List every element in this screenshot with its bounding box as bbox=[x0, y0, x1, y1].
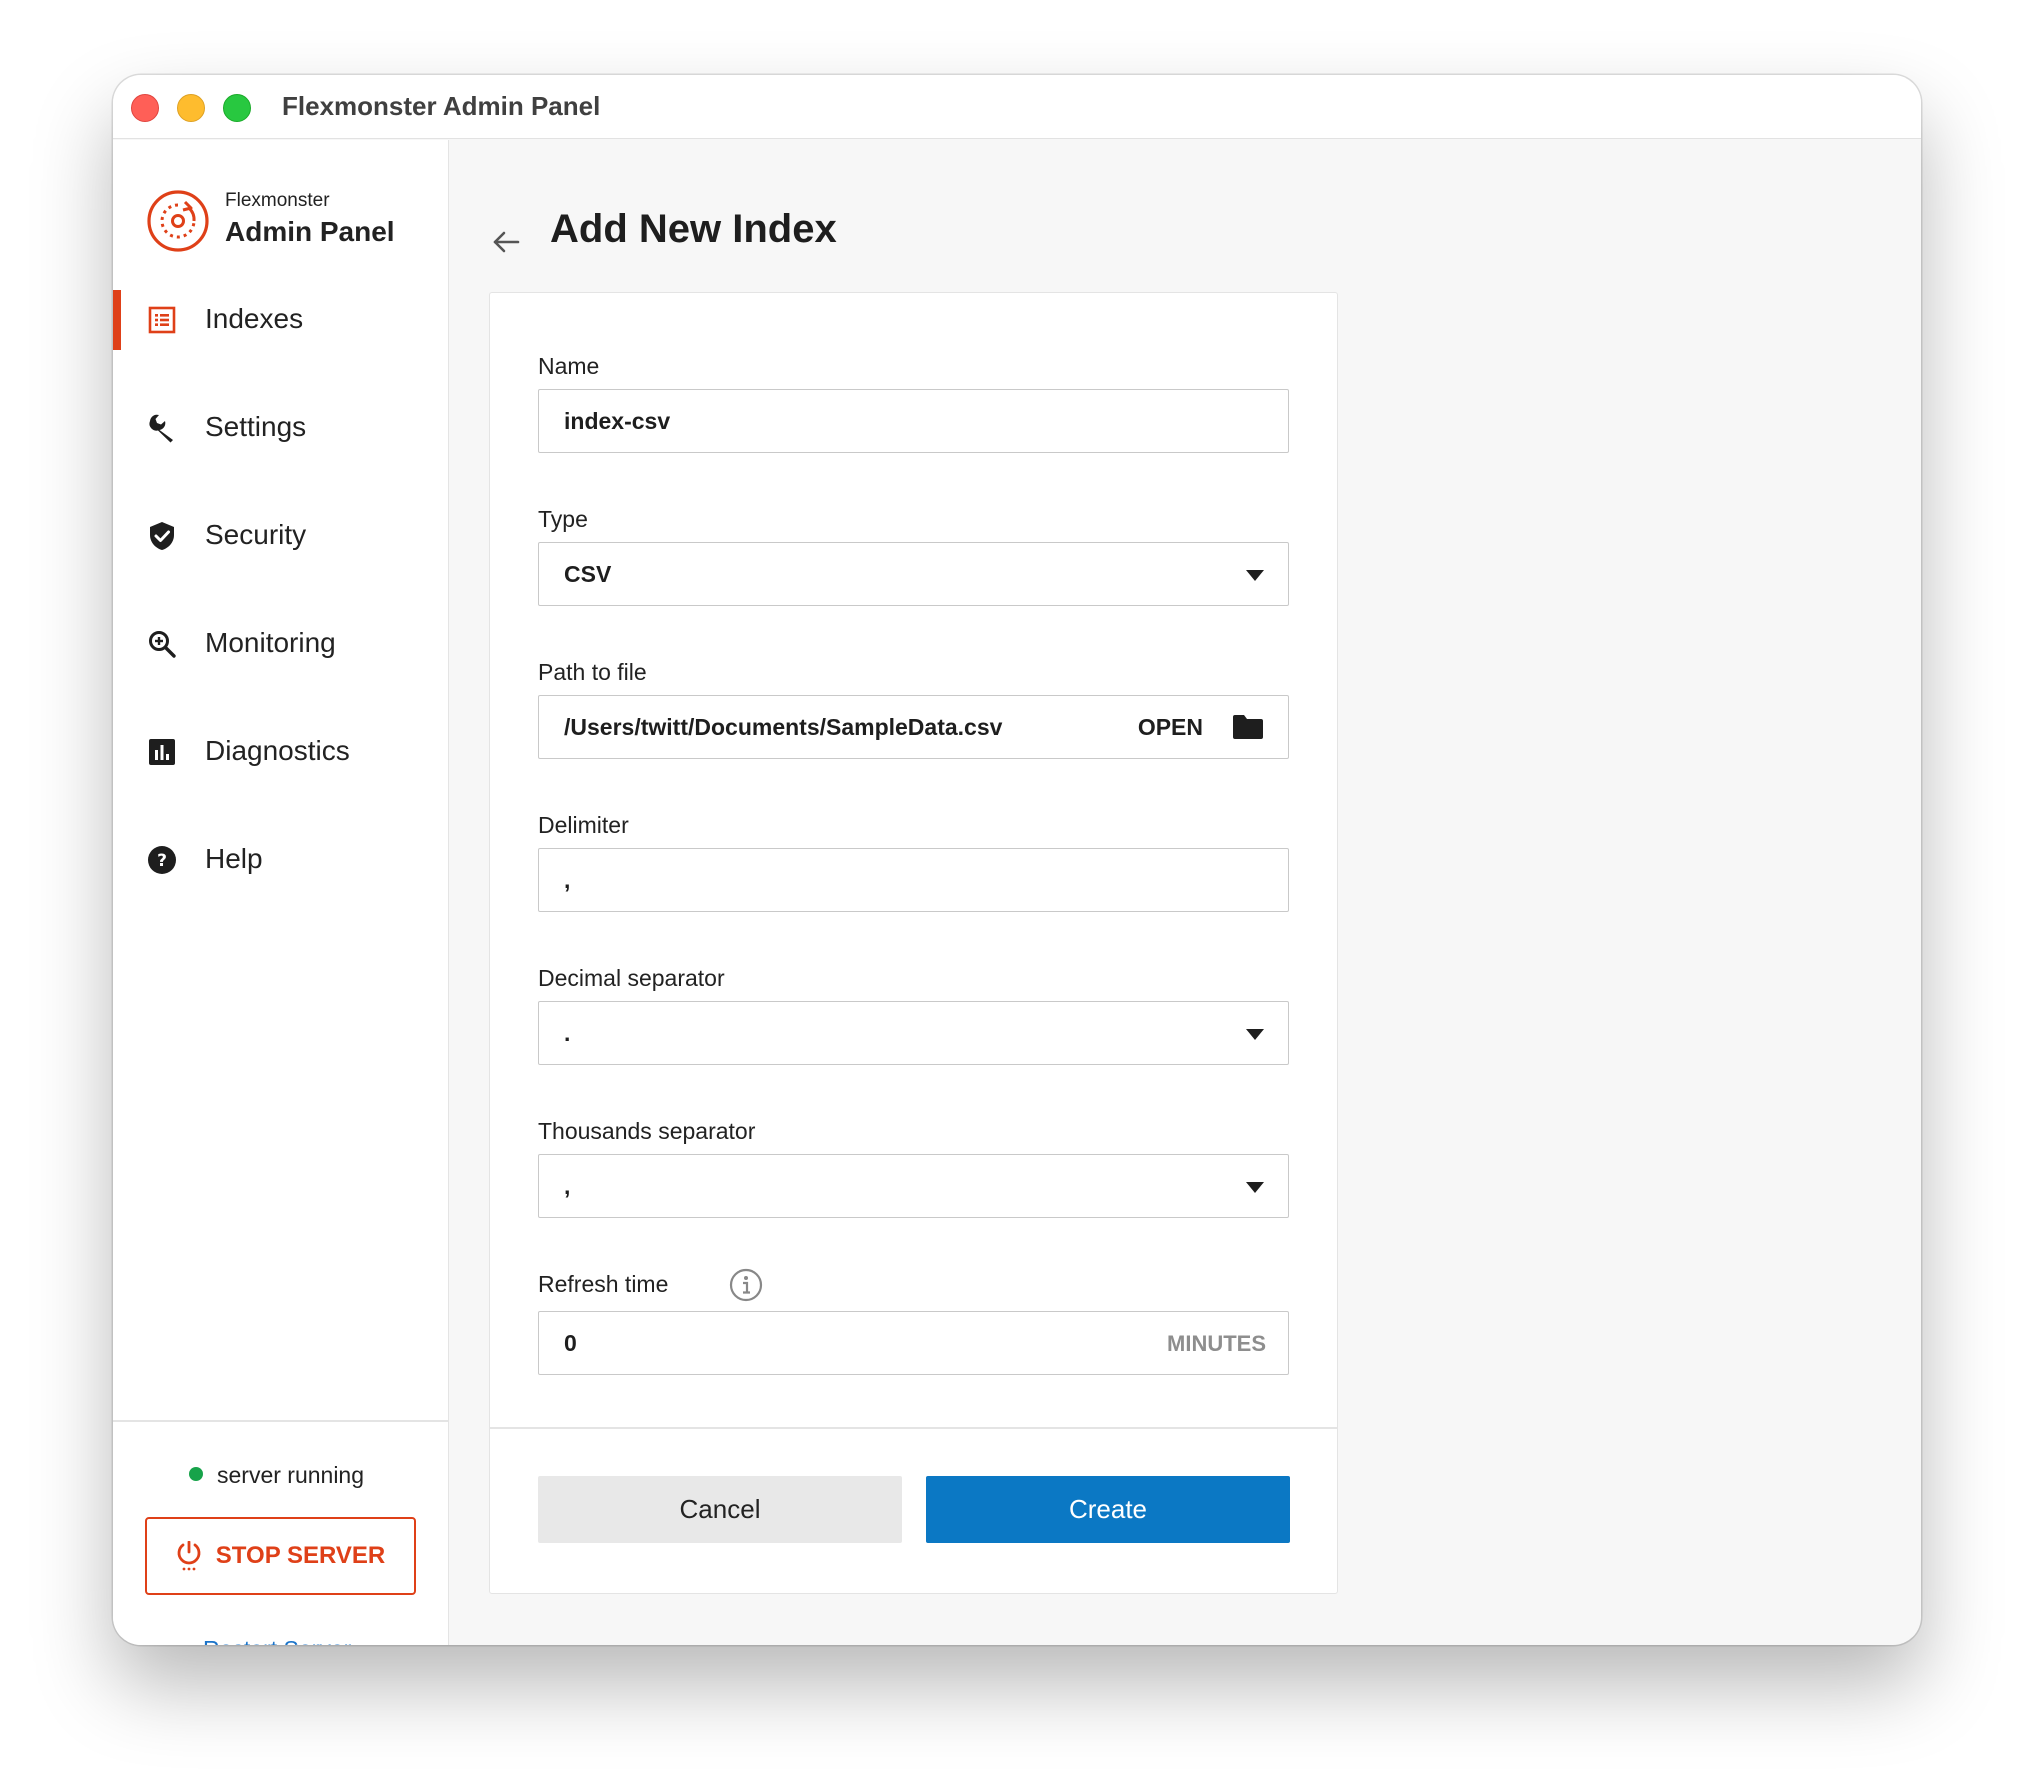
refresh-time-value: 0 bbox=[564, 1330, 577, 1356]
server-status: server running bbox=[189, 1462, 364, 1489]
name-input[interactable]: index-csv bbox=[538, 389, 1289, 453]
delimiter-value: , bbox=[564, 867, 571, 893]
minimize-window-button[interactable] bbox=[177, 94, 205, 122]
restart-server-link[interactable]: Restart Server bbox=[203, 1636, 351, 1645]
refresh-time-text: Refresh time bbox=[538, 1271, 669, 1297]
help-icon: ? bbox=[148, 846, 176, 874]
type-label: Type bbox=[538, 506, 588, 532]
sidebar-item-help[interactable]: ? Help bbox=[113, 830, 449, 890]
sidebar-item-label: Diagnostics bbox=[205, 735, 350, 766]
create-button[interactable]: Create bbox=[926, 1476, 1290, 1543]
svg-text:?: ? bbox=[157, 851, 167, 871]
info-icon[interactable] bbox=[729, 1268, 763, 1302]
name-label: Name bbox=[538, 353, 600, 379]
path-label: Path to file bbox=[538, 659, 647, 685]
title-bar: Flexmonster Admin Panel bbox=[113, 75, 1921, 139]
delimiter-input[interactable]: , bbox=[538, 848, 1289, 912]
power-icon bbox=[177, 1541, 201, 1571]
decimal-separator-label: Decimal separator bbox=[538, 965, 725, 991]
sidebar-item-monitoring[interactable]: Monitoring bbox=[113, 614, 449, 674]
close-window-button[interactable] bbox=[131, 94, 159, 122]
sidebar-item-diagnostics[interactable]: Diagnostics bbox=[113, 722, 449, 782]
stop-server-button[interactable]: STOP SERVER bbox=[145, 1517, 416, 1595]
shield-icon bbox=[150, 522, 174, 550]
bar-chart-icon bbox=[149, 739, 175, 765]
window-title: Flexmonster Admin Panel bbox=[282, 91, 601, 121]
active-indicator bbox=[113, 290, 121, 350]
delimiter-label: Delimiter bbox=[538, 812, 629, 838]
status-dot-icon bbox=[189, 1467, 203, 1481]
list-icon bbox=[148, 306, 176, 334]
chevron-down-icon bbox=[1246, 1029, 1264, 1040]
thousands-separator-value: , bbox=[564, 1173, 571, 1199]
flexmonster-logo-icon bbox=[147, 190, 209, 252]
sidebar-item-security[interactable]: Security bbox=[113, 506, 449, 566]
refresh-time-input[interactable]: 0 MINUTES bbox=[538, 1311, 1289, 1375]
chevron-down-icon bbox=[1246, 570, 1264, 581]
type-select[interactable]: CSV bbox=[538, 542, 1289, 606]
sidebar-item-label: Settings bbox=[205, 411, 307, 442]
folder-icon[interactable] bbox=[1232, 714, 1264, 740]
stop-server-label: STOP SERVER bbox=[215, 1542, 386, 1569]
sidebar-item-settings[interactable]: Settings bbox=[113, 398, 449, 458]
sidebar-item-label: Help bbox=[205, 843, 263, 874]
decimal-separator-select[interactable]: . bbox=[538, 1001, 1289, 1065]
refresh-time-unit: MINUTES bbox=[1167, 1331, 1266, 1356]
sidebar: Flexmonster Admin Panel Indexes Settings bbox=[113, 140, 449, 1645]
app-window: Flexmonster Admin Panel Flexmonster Admi… bbox=[113, 75, 1921, 1645]
back-arrow-icon[interactable] bbox=[490, 226, 522, 258]
type-value: CSV bbox=[564, 561, 612, 587]
refresh-time-label: Refresh time bbox=[538, 1268, 763, 1302]
path-value: /Users/twitt/Documents/SampleData.csv bbox=[564, 714, 1003, 740]
cancel-button[interactable]: Cancel bbox=[538, 1476, 902, 1543]
thousands-separator-label: Thousands separator bbox=[538, 1118, 756, 1144]
sidebar-item-indexes[interactable]: Indexes bbox=[113, 290, 449, 350]
brand-name: Flexmonster bbox=[225, 190, 330, 211]
open-file-button[interactable]: OPEN bbox=[1138, 714, 1203, 741]
page-title: Add New Index bbox=[550, 207, 837, 251]
brand-product: Admin Panel bbox=[225, 216, 395, 247]
zoom-icon bbox=[149, 631, 176, 658]
chevron-down-icon bbox=[1246, 1182, 1264, 1193]
sidebar-item-label: Security bbox=[205, 519, 307, 550]
add-index-form: Name index-csv Type CSV Path to file /Us… bbox=[489, 292, 1338, 1594]
maximize-window-button[interactable] bbox=[223, 94, 251, 122]
sidebar-item-label: Monitoring bbox=[205, 627, 336, 658]
path-input[interactable]: /Users/twitt/Documents/SampleData.csv OP… bbox=[538, 695, 1289, 759]
decimal-separator-value: . bbox=[564, 1020, 571, 1046]
wrench-icon bbox=[149, 414, 173, 443]
sidebar-divider bbox=[113, 1420, 449, 1422]
server-status-text: server running bbox=[217, 1462, 365, 1488]
form-footer-divider bbox=[490, 1427, 1337, 1429]
thousands-separator-select[interactable]: , bbox=[538, 1154, 1289, 1218]
sidebar-item-label: Indexes bbox=[205, 303, 304, 334]
name-value: index-csv bbox=[564, 408, 671, 434]
